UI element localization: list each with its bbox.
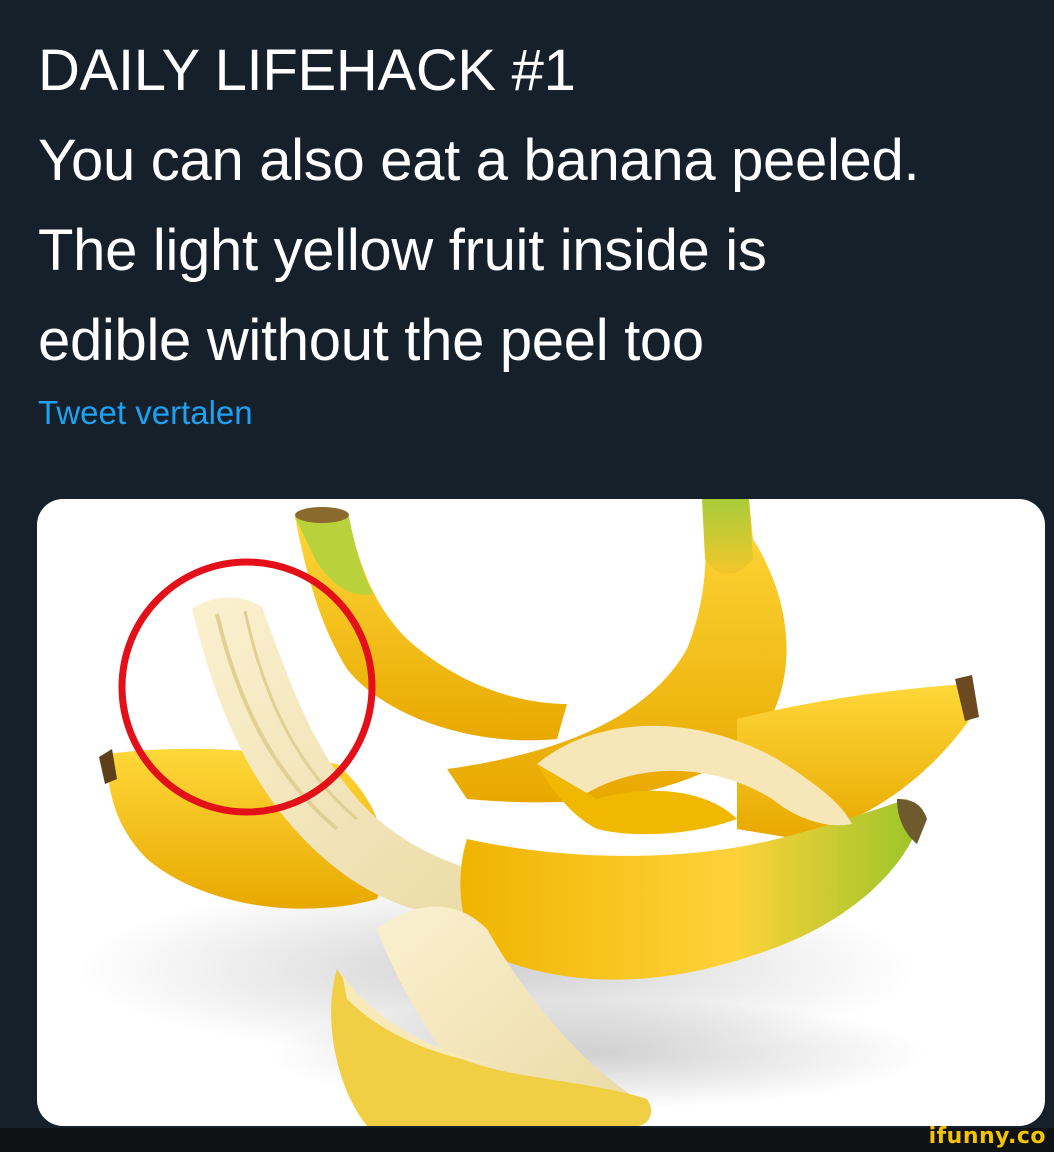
bananas-photo [77,499,979,1126]
tweet-media-image[interactable] [37,499,1045,1126]
tweet-text: DAILY LIFEHACK #1 You can also eat a ban… [38,26,1048,386]
tweet-line-3: The light yellow fruit inside is [38,218,767,283]
tweet-line-1: DAILY LIFEHACK #1 [38,38,576,103]
tweet-line-2: You can also eat a banana peeled. [38,128,920,193]
translate-tweet-link[interactable]: Tweet vertalen [38,394,253,432]
ifunny-watermark-logo: ifunny.co [928,1124,1046,1149]
footer-bar [0,1128,1054,1152]
tweet-line-4: edible without the peel too [38,308,704,373]
tweet-card: DAILY LIFEHACK #1 You can also eat a ban… [0,0,1054,1128]
